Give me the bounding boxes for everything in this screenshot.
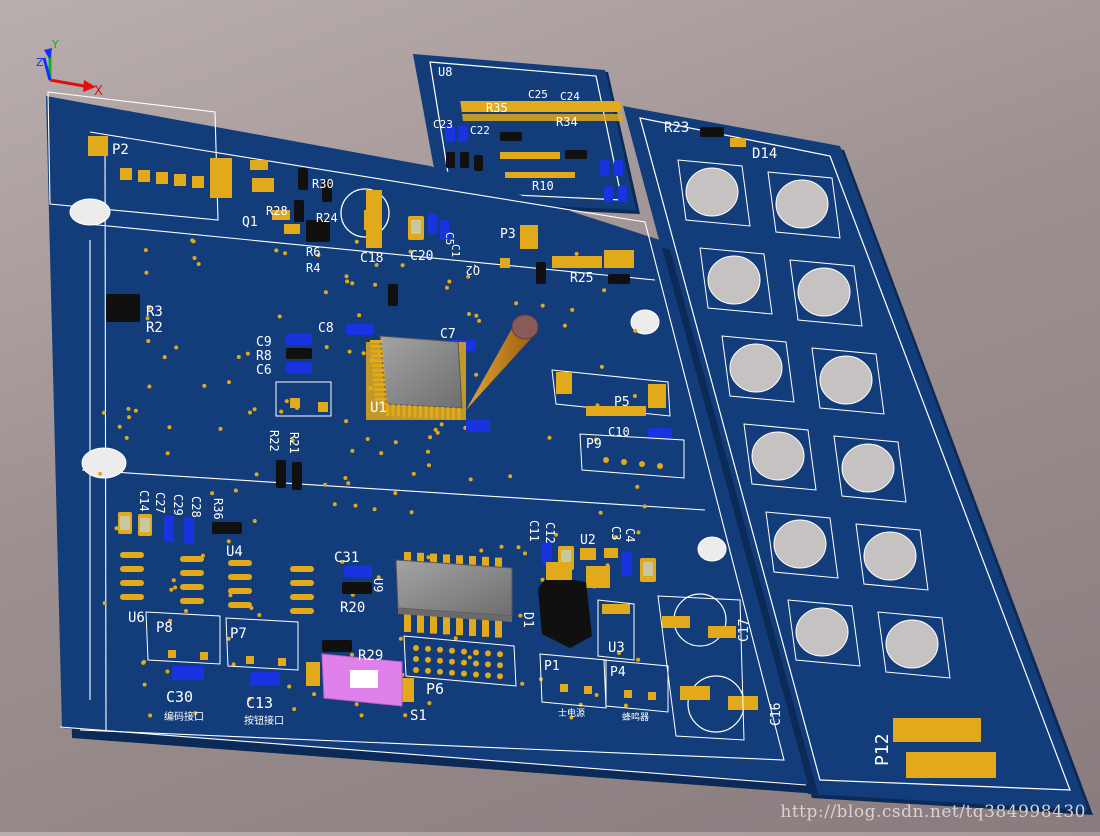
designator-c31: C31	[334, 550, 359, 566]
designator-p3: P3	[500, 227, 516, 242]
key-hole	[885, 619, 939, 669]
designator-d1: D1	[520, 612, 535, 628]
designator-q2: Q2	[466, 263, 480, 277]
designator-c22: C22	[470, 124, 490, 137]
designator-c9: C9	[256, 335, 272, 350]
key-hole	[773, 519, 827, 569]
key-hole	[841, 443, 895, 493]
designator-p2: P2	[112, 142, 129, 158]
designator-r25: R25	[570, 271, 593, 286]
designator-c24: C24	[560, 90, 580, 103]
designator-c27: C27	[153, 492, 167, 514]
p7-caption: 按钮接口	[244, 714, 284, 727]
designator-c23: C23	[433, 118, 453, 131]
r22-smd	[276, 460, 286, 488]
designator-p9: P9	[586, 437, 602, 452]
designator-r21: R21	[287, 432, 301, 454]
watermark: http://blog.csdn.net/tq384998430	[780, 802, 1086, 822]
designator-c18: C18	[360, 251, 383, 266]
designator-p1: P1	[544, 659, 560, 674]
designator-c3: C3	[609, 526, 623, 540]
designator-c12: C12	[543, 522, 557, 544]
designator-p8: P8	[156, 620, 173, 636]
pcb-3d-scene[interactable]: U8 R35 C25 C24 R34 C23 C22 R10 R23 D14 P…	[0, 0, 1100, 832]
designator-r28: R28	[266, 204, 288, 218]
designator-u6: U6	[128, 610, 145, 626]
q2-smd	[536, 262, 546, 284]
designator-c4: C4	[623, 528, 637, 542]
designator-u9: U9	[371, 578, 385, 592]
designator-r2: R2	[146, 320, 163, 336]
key-hole	[863, 531, 917, 581]
designator-u1: U1	[370, 400, 387, 416]
top-board-header-pads	[460, 101, 624, 121]
designator-c28: C28	[189, 496, 203, 518]
designator-u2: U2	[580, 533, 596, 548]
axis-x-label: X	[94, 84, 103, 99]
pcb-3d-viewport[interactable]: U8 R35 C25 C24 R34 C23 C22 R10 R23 D14 P…	[0, 0, 1100, 832]
axis-x-line	[49, 78, 85, 88]
side-pad-d14	[730, 138, 746, 147]
designator-r3: R3	[146, 304, 163, 320]
designator-c6: C6	[256, 363, 272, 378]
designator-r35: R35	[486, 101, 508, 115]
key-hole	[729, 343, 783, 393]
key-hole	[751, 431, 805, 481]
designator-p5: P5	[614, 395, 630, 410]
designator-c8: C8	[318, 321, 334, 336]
designator-p12: P12	[872, 733, 893, 766]
designator-p7: P7	[230, 626, 247, 642]
axis-y-label: Y	[51, 38, 59, 51]
designator-d14: D14	[752, 146, 777, 162]
designator-r23: R23	[664, 120, 689, 136]
designator-u8: U8	[438, 65, 452, 79]
key-hole	[795, 607, 849, 657]
designator-r30: R30	[312, 177, 334, 191]
axis-gizmo: X Y Z	[36, 38, 103, 99]
key-hole	[819, 355, 873, 405]
p8-caption: 编码接口	[164, 710, 204, 723]
designator-c29: C29	[171, 494, 185, 516]
key-hole	[707, 255, 761, 305]
r25-smd	[608, 274, 630, 284]
designator-r4: R4	[306, 261, 320, 275]
designator-r24: R24	[316, 211, 338, 225]
designator-q1: Q1	[242, 215, 258, 230]
p4-caption: 蜂鸣器	[622, 711, 649, 723]
designator-u4: U4	[226, 544, 243, 560]
designator-r29: R29	[358, 648, 383, 664]
designator-c16: C16	[769, 703, 784, 726]
designator-r22: R22	[267, 430, 281, 452]
designator-c20: C20	[410, 249, 433, 264]
designator-s1: S1	[410, 708, 427, 724]
designator-r36: R36	[211, 498, 225, 520]
designator-u3: U3	[608, 640, 625, 656]
key-hole	[797, 267, 851, 317]
designator-r20: R20	[340, 600, 365, 616]
r3-r2-smd	[106, 294, 140, 322]
designator-r8: R8	[256, 349, 272, 364]
designator-p4: P4	[610, 665, 626, 680]
designator-c14: C14	[137, 490, 151, 512]
side-smd-r23	[700, 127, 724, 137]
key-hole	[685, 167, 739, 217]
axis-z-label: Z	[36, 56, 44, 69]
designator-c11: C11	[527, 520, 541, 542]
key-hole	[775, 179, 829, 229]
designator-r10: R10	[532, 179, 554, 193]
designator-c30: C30	[166, 688, 193, 706]
r-mid-smd	[388, 284, 398, 306]
designator-c17: C17	[737, 619, 752, 642]
designator-c25: C25	[528, 88, 548, 101]
designator-c13: C13	[246, 694, 273, 712]
designator-r6: R6	[306, 245, 320, 259]
designator-r34: R34	[556, 115, 578, 129]
p1-caption: 士电源	[558, 707, 585, 719]
designator-c7: C7	[440, 327, 456, 342]
designator-p6: P6	[426, 680, 444, 698]
r21-smd	[292, 462, 302, 490]
designator-c10: C10	[608, 425, 630, 439]
designator-c1: C1	[449, 244, 462, 257]
